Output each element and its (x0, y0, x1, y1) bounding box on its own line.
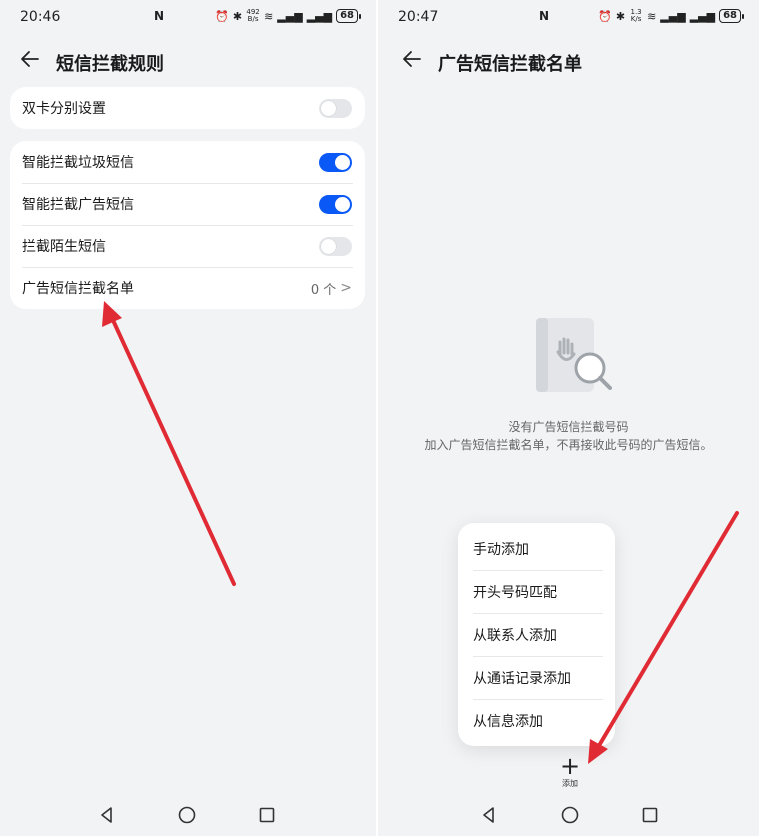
spam-sms-toggle[interactable] (319, 152, 352, 172)
status-icons: ⏰ ✱ 492 B/s ≋ ▂▄▆ ▂▄▆ 68 (215, 8, 361, 23)
signal-icon-2: ▂▄▆ (306, 9, 333, 23)
left-screen: 20:46 N ⏰ ✱ 492 B/s ≋ ▂▄▆ ▂▄▆ 68 短信拦截规则 双… (0, 0, 376, 836)
spam-sms-row[interactable]: 智能拦截垃圾短信 (10, 141, 365, 183)
back-arrow-icon[interactable] (18, 47, 42, 71)
alarm-icon: ⏰ (598, 9, 612, 23)
empty-state-description: 加入广告短信拦截名单，不再接收此号码的广告短信。 (424, 438, 713, 452)
plus-icon: + (559, 752, 581, 780)
bluetooth-icon: ✱ (232, 9, 243, 23)
rules-card: 智能拦截垃圾短信 智能拦截广告短信 拦截陌生短信 广告短信拦截名单 0 个 > (10, 141, 365, 309)
status-icons: ⏰ ✱ 1.3 K/s ≋ ▂▄▆ ▂▄▆ 68 (598, 8, 744, 23)
stranger-sms-row[interactable]: 拦截陌生短信 (10, 225, 365, 267)
nav-home-icon[interactable] (176, 804, 198, 826)
nav-bar (0, 796, 376, 836)
right-screen: 20:47 N ⏰ ✱ 1.3 K/s ≋ ▂▄▆ ▂▄▆ 68 广告短信拦截名单… (378, 0, 759, 836)
empty-blocklist-illustration (536, 318, 612, 392)
status-bar: 20:46 N ⏰ ✱ 492 B/s ≋ ▂▄▆ ▂▄▆ 68 (0, 0, 376, 36)
nfc-icon: N (539, 9, 550, 23)
ad-sms-toggle[interactable] (319, 194, 352, 214)
page-title: 短信拦截规则 (56, 54, 164, 75)
row-label: 智能拦截垃圾短信 (22, 155, 134, 171)
blocklist-count: 0 个 (310, 282, 337, 298)
stranger-sms-toggle[interactable] (319, 236, 352, 256)
bluetooth-icon: ✱ (615, 9, 626, 23)
nav-bar (378, 796, 759, 836)
dual-sim-toggle[interactable] (319, 98, 352, 118)
battery-icon: 68 (719, 9, 744, 23)
nav-back-icon[interactable] (478, 804, 500, 826)
title-bar: 广告短信拦截名单 (378, 44, 759, 78)
signal-icon-2: ▂▄▆ (689, 9, 716, 23)
ad-sms-row[interactable]: 智能拦截广告短信 (10, 183, 365, 225)
status-time: 20:47 (398, 9, 439, 25)
nav-home-icon[interactable] (559, 804, 581, 826)
row-label: 广告短信拦截名单 (22, 281, 134, 297)
wifi-icon: ≋ (647, 9, 657, 23)
chevron-right-icon: > (340, 280, 352, 296)
menu-item-from-contacts[interactable]: 从联系人添加 (458, 613, 615, 656)
empty-state-title: 没有广告短信拦截号码 (508, 420, 629, 434)
row-label: 拦截陌生短信 (22, 239, 106, 255)
alarm-icon: ⏰ (215, 9, 229, 23)
status-bar: 20:47 N ⏰ ✱ 1.3 K/s ≋ ▂▄▆ ▂▄▆ 68 (378, 0, 759, 36)
page-title: 广告短信拦截名单 (438, 54, 582, 75)
row-label: 双卡分别设置 (22, 101, 106, 117)
nfc-icon: N (154, 9, 165, 23)
menu-item-prefix-match[interactable]: 开头号码匹配 (458, 570, 615, 613)
nav-recents-icon[interactable] (256, 804, 278, 826)
add-button[interactable]: + 添加 (556, 754, 584, 789)
title-bar: 短信拦截规则 (0, 44, 376, 78)
nav-back-icon[interactable] (96, 804, 118, 826)
menu-item-from-call-log[interactable]: 从通话记录添加 (458, 656, 615, 699)
signal-icon: ▂▄▆ (277, 9, 303, 23)
row-label: 智能拦截广告短信 (22, 197, 134, 213)
status-time: 20:46 (20, 9, 61, 25)
network-speed: 1.3 K/s (630, 8, 642, 23)
battery-icon: 68 (336, 9, 361, 23)
network-speed: 492 B/s (246, 8, 260, 23)
nav-recents-icon[interactable] (639, 804, 661, 826)
add-options-menu: 手动添加 开头号码匹配 从联系人添加 从通话记录添加 从信息添加 (458, 523, 615, 746)
ad-blocklist-row[interactable]: 广告短信拦截名单 0 个 > (10, 267, 365, 309)
menu-item-manual-add[interactable]: 手动添加 (458, 527, 615, 570)
back-arrow-icon[interactable] (400, 47, 424, 71)
wifi-icon: ≋ (264, 9, 274, 23)
dual-sim-setting-row[interactable]: 双卡分别设置 (10, 87, 365, 129)
dual-sim-card: 双卡分别设置 (10, 87, 365, 129)
menu-item-from-messages[interactable]: 从信息添加 (458, 699, 615, 742)
signal-icon: ▂▄▆ (660, 9, 686, 23)
